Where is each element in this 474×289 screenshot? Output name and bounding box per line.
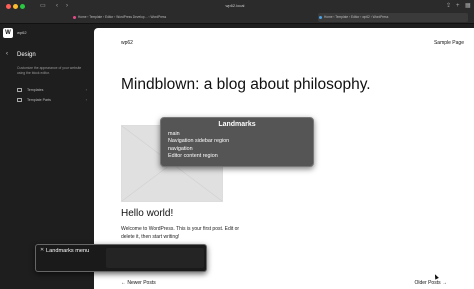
site-title[interactable]: wp62 xyxy=(121,40,133,46)
template-icon xyxy=(17,88,22,92)
tab-2[interactable]: Home ‹ Template ‹ Editor ‹ wp62 ‹ WordPr… xyxy=(318,13,468,22)
sidebar-item-label: Templates xyxy=(27,88,44,92)
landmarks-popup[interactable]: Landmarks main Navigation sidebar region… xyxy=(160,117,314,167)
sidebar-toggle-icon[interactable]: ▭ xyxy=(40,2,46,10)
zoom-window-button[interactable] xyxy=(20,4,25,9)
sidebar-item-label: Template Parts xyxy=(27,98,51,102)
sidebar-title: Design xyxy=(17,52,36,58)
share-icon[interactable]: ⇪ xyxy=(446,2,451,10)
voiceover-caption-text: Landmarks menu xyxy=(46,248,90,254)
forward-arrow-icon[interactable]: › xyxy=(66,2,68,10)
post-excerpt[interactable]: Welcome to WordPress. This is your first… xyxy=(121,225,241,241)
chevron-right-icon: › xyxy=(85,87,87,92)
favicon-icon xyxy=(73,16,76,19)
favicon-icon xyxy=(319,16,322,19)
browser-toolbar: ▭ ‹ › wp62.local ⇪ + ▦ Home ‹ Template ‹… xyxy=(0,0,474,24)
template-part-icon xyxy=(17,98,22,102)
back-arrow-icon[interactable]: ‹ xyxy=(56,2,58,10)
tab-overview-icon[interactable]: ▦ xyxy=(465,2,471,10)
landmarks-title: Landmarks xyxy=(218,121,256,128)
site-name: wp62 xyxy=(17,30,27,35)
chevron-left-icon[interactable]: ‹ xyxy=(6,51,8,57)
landmarks-list: main Navigation sidebar region navigatio… xyxy=(168,131,229,161)
tab-label: Home ‹ Template ‹ Editor ‹ WordPress Dev… xyxy=(78,15,167,19)
tab-1[interactable]: Home ‹ Template ‹ Editor ‹ WordPress Dev… xyxy=(72,13,312,22)
landmark-item[interactable]: Navigation sidebar region xyxy=(168,138,229,145)
page-heading[interactable]: Mindblown: a blog about philosophy. xyxy=(121,76,371,94)
close-icon[interactable]: ✕ xyxy=(40,247,44,253)
caption-blur-area xyxy=(106,248,204,268)
wordpress-logo-icon[interactable]: W xyxy=(3,28,13,38)
close-window-button[interactable] xyxy=(6,4,11,9)
sidebar-item-templates[interactable]: Templates › xyxy=(17,86,87,94)
nav-link-sample-page[interactable]: Sample Page xyxy=(434,40,464,46)
sidebar-description: Customize the appearance of your website… xyxy=(17,66,82,75)
new-tab-icon[interactable]: + xyxy=(456,2,460,10)
newer-posts-link[interactable]: ← Newer Posts xyxy=(121,280,156,286)
older-posts-link[interactable]: Older Posts → xyxy=(414,280,447,286)
landmark-item[interactable]: navigation xyxy=(168,146,229,153)
voiceover-caption-panel: ✕ Landmarks menu xyxy=(35,244,207,272)
sidebar-item-template-parts[interactable]: Template Parts › xyxy=(17,96,87,104)
minimize-window-button[interactable] xyxy=(13,4,18,9)
post-title[interactable]: Hello world! xyxy=(121,208,173,219)
chevron-right-icon: › xyxy=(85,97,87,102)
landmark-item[interactable]: Editor content region xyxy=(168,153,229,160)
tab-label: Home ‹ Template ‹ Editor ‹ wp62 ‹ WordPr… xyxy=(324,15,389,19)
address-bar[interactable]: wp62.local xyxy=(190,2,280,10)
landmark-item[interactable]: main xyxy=(168,131,229,138)
